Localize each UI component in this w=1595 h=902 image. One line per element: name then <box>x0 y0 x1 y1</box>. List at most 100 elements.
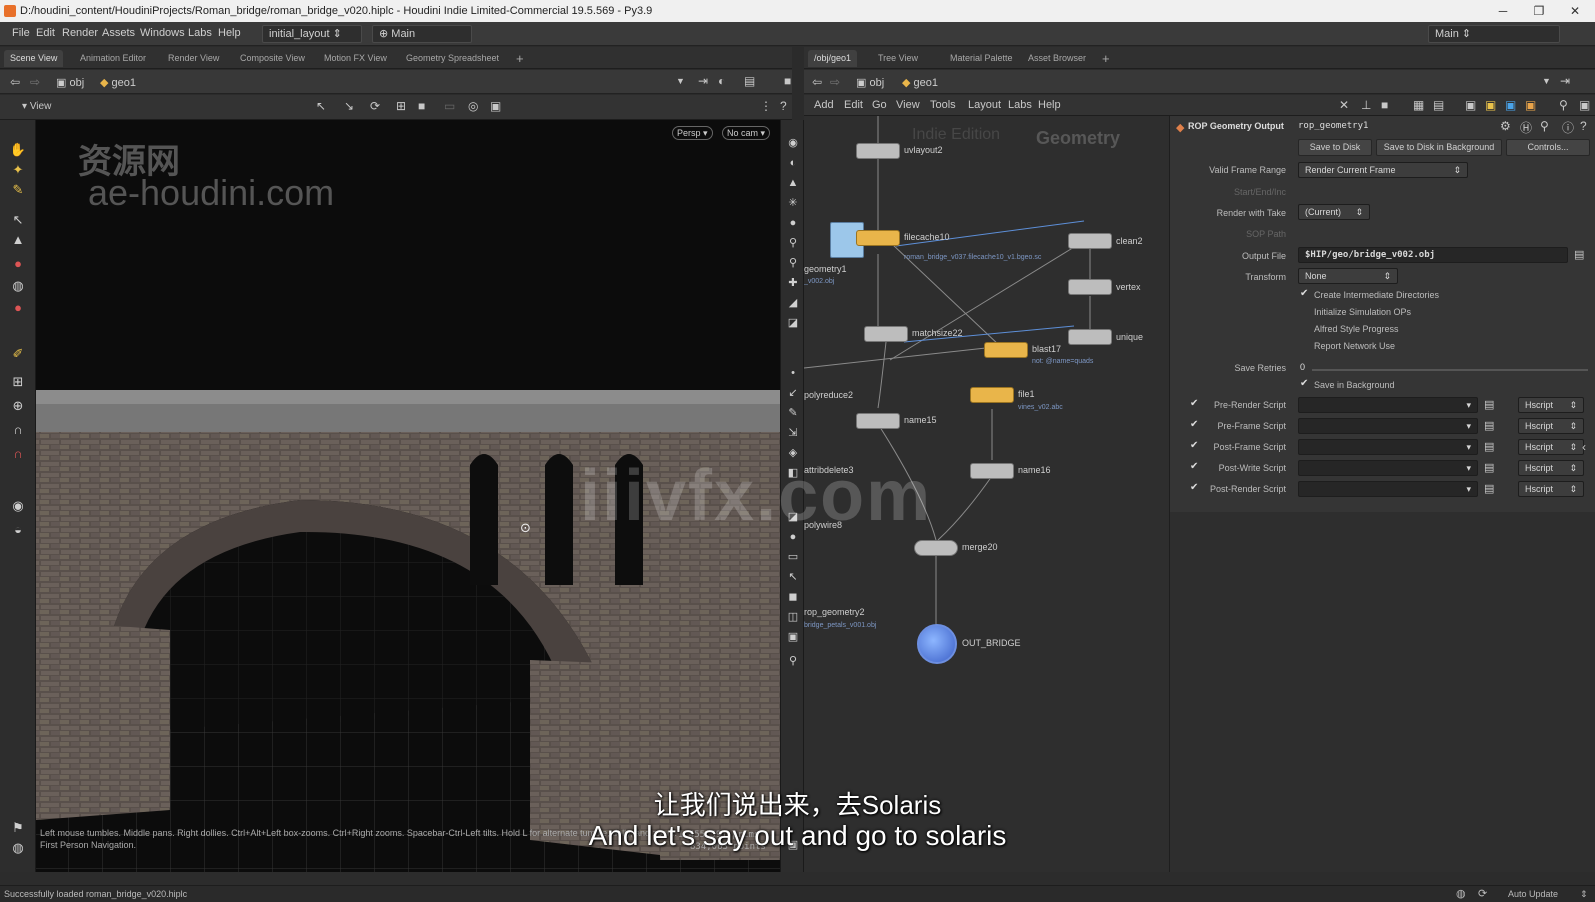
select-tool-icon[interactable]: ↖ <box>316 99 326 113</box>
pin-icon[interactable]: ⇥ <box>1560 74 1570 88</box>
image-icon[interactable]: ▣ <box>1505 98 1516 112</box>
pen-icon[interactable]: ✎ <box>785 406 801 420</box>
display-icon[interactable]: ◉ <box>785 136 801 150</box>
path-obj[interactable]: ▣ obj <box>856 76 884 89</box>
tab-material-palette[interactable]: Material Palette <box>944 50 1019 67</box>
valid-frame-range-select[interactable]: Render Current Frame ⇕ <box>1298 162 1468 178</box>
list-icon[interactable]: ■ <box>1381 98 1388 112</box>
points-icon[interactable]: ⚲ <box>785 256 801 270</box>
maximize-button[interactable]: ❐ <box>1521 0 1557 22</box>
select-icon[interactable]: ↖ <box>9 212 27 228</box>
create-dirs-checkbox[interactable]: ✔ <box>1300 288 1308 299</box>
net-menu-tools[interactable]: Tools <box>930 99 956 111</box>
save-bg-checkbox[interactable]: ✔ <box>1300 378 1308 389</box>
auto-update-toggle-icon[interactable]: ⇕ <box>1580 886 1588 902</box>
post-write-chooser-icon[interactable]: ▤ <box>1484 461 1494 474</box>
post-write-field[interactable]: ▾ <box>1298 460 1478 476</box>
save-retries-value[interactable]: 0 <box>1300 362 1305 372</box>
tab-motion-fx-view[interactable]: Motion FX View <box>318 50 393 67</box>
node-filecache[interactable] <box>856 230 900 246</box>
rotate-icon[interactable]: ◍ <box>9 278 27 294</box>
perspective-menu[interactable]: Persp ▾ <box>672 126 713 140</box>
light-icon[interactable]: ⚲ <box>785 236 801 250</box>
ghost-icon[interactable]: ◐ <box>785 156 801 170</box>
help-icon[interactable]: ? <box>780 99 787 113</box>
node-name15[interactable] <box>856 413 900 429</box>
shading-icon[interactable]: ● <box>785 216 801 230</box>
brush-icon[interactable]: ✐ <box>9 346 27 362</box>
rotate-tool-icon[interactable]: ⟳ <box>370 99 380 113</box>
node-name-field[interactable]: rop_geometry1 <box>1298 121 1368 131</box>
pre-frame-chooser-icon[interactable]: ▤ <box>1484 419 1494 432</box>
normals-icon[interactable]: ✚ <box>785 276 801 290</box>
net-menu-go[interactable]: Go <box>872 99 887 111</box>
tree-icon[interactable]: ⊥ <box>1361 98 1371 112</box>
menu-labs[interactable]: Labs <box>188 27 212 39</box>
search-icon[interactable]: ⚲ <box>1559 98 1568 112</box>
uv-icon[interactable]: ◢ <box>785 296 801 310</box>
controls-button[interactable]: Controls... <box>1506 139 1590 156</box>
context-select-right[interactable]: Main ⇕ <box>1428 25 1560 43</box>
link-icon[interactable]: ◐ <box>718 74 725 88</box>
node-clean[interactable] <box>1068 233 1112 249</box>
node-unique[interactable] <box>1068 329 1112 345</box>
snap-curve-icon[interactable]: ∩ <box>9 422 27 438</box>
tab-animation-editor[interactable]: Animation Editor <box>74 50 152 67</box>
pane-menu-icon[interactable]: ▣ <box>1579 98 1590 112</box>
back-arrow-icon[interactable]: ⇦ <box>10 75 20 89</box>
post-write-lang-select[interactable]: Hscript ⇕ <box>1518 460 1584 476</box>
auto-update-label[interactable]: Auto Update <box>1508 886 1558 902</box>
path-geo[interactable]: ◆ geo1 <box>100 76 136 89</box>
node-blast[interactable] <box>984 342 1028 358</box>
post-render-chooser-icon[interactable]: ▤ <box>1484 482 1494 495</box>
forward-arrow-icon[interactable]: ⇨ <box>830 75 840 89</box>
snap-point-icon[interactable]: ⊕ <box>9 398 27 414</box>
minimize-button[interactable]: ─ <box>1485 0 1521 22</box>
menu-help[interactable]: Help <box>218 27 241 39</box>
pre-frame-lang-select[interactable]: Hscript ⇕ <box>1518 418 1584 434</box>
wrench-icon[interactable]: ✕ <box>1339 98 1349 112</box>
path-obj[interactable]: ▣ obj <box>56 76 84 89</box>
box-icon[interactable]: ▣ <box>785 630 801 644</box>
tab-composite-view[interactable]: Composite View <box>234 50 311 67</box>
desktop-select[interactable]: initial_layout ⇕ <box>262 25 362 43</box>
post-render-lang-select[interactable]: Hscript ⇕ <box>1518 481 1584 497</box>
path-geo[interactable]: ◆ geo1 <box>902 76 938 89</box>
lock-icon[interactable]: ▲ <box>9 232 27 248</box>
transform-tool-icon[interactable]: ↘ <box>344 99 354 113</box>
menu-edit[interactable]: Edit <box>36 27 55 39</box>
pre-frame-field[interactable]: ▾ <box>1298 418 1478 434</box>
node-name16[interactable] <box>970 463 1014 479</box>
dot-icon[interactable]: • <box>785 366 801 380</box>
pre-render-chooser-icon[interactable]: ▤ <box>1484 398 1494 411</box>
h-icon[interactable]: Ⓗ <box>1520 119 1532 136</box>
add-tab-icon[interactable]: + <box>1096 50 1116 67</box>
save-to-disk-button[interactable]: Save to Disk <box>1298 139 1372 156</box>
net-menu-labs[interactable]: Labs <box>1008 99 1032 111</box>
forward-arrow-icon[interactable]: ⇨ <box>30 75 40 89</box>
help-icon[interactable]: ? <box>1580 119 1587 133</box>
collapse-arrow-icon[interactable]: ‹ <box>1582 440 1586 454</box>
square-icon[interactable]: ◼ <box>785 590 801 604</box>
tab-network-geo1[interactable]: /obj/geo1 <box>808 50 858 67</box>
menu-render[interactable]: Render <box>62 27 98 39</box>
pivot-icon[interactable]: ⇲ <box>785 426 801 440</box>
menu-file[interactable]: File <box>12 27 30 39</box>
node-vertex[interactable] <box>1068 279 1112 295</box>
add-tab-icon[interactable]: + <box>510 50 530 67</box>
transform-select[interactable]: None ⇕ <box>1298 268 1398 284</box>
pre-render-lang-select[interactable]: Hscript ⇕ <box>1518 397 1584 413</box>
menu-assets[interactable]: Assets <box>102 27 135 39</box>
camera-menu[interactable]: No cam ▾ <box>722 126 771 140</box>
net-menu-layout[interactable]: Layout <box>968 99 1001 111</box>
lighting-icon[interactable]: ◉ <box>9 498 27 514</box>
output-file-field[interactable]: $HIP/geo/bridge_v002.obj <box>1298 247 1568 263</box>
snap-grid-icon[interactable]: ⊞ <box>9 374 27 390</box>
maximize-pane-icon[interactable]: ■ <box>784 74 791 88</box>
grid-view-icon[interactable]: ▦ <box>1413 98 1424 112</box>
node-matchsize[interactable] <box>864 326 908 342</box>
tab-render-view[interactable]: Render View <box>162 50 225 67</box>
post-frame-chooser-icon[interactable]: ▤ <box>1484 440 1494 453</box>
frame-icon[interactable]: ✳ <box>785 196 801 210</box>
panel-icon[interactable]: ▭ <box>785 550 801 564</box>
